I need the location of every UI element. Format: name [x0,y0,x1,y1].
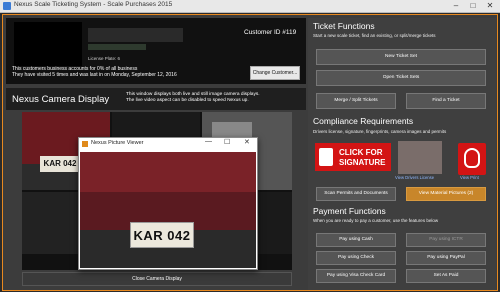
camera-title: Nexus Camera Display [12,94,110,105]
view-material-pictures-button[interactable]: View Material Pictures (2) [406,187,486,201]
pay-ictr-button[interactable]: Pay using ICTR [406,233,486,247]
view-drivers-license-link[interactable]: View Drivers License [395,175,434,180]
license-plate-label: License Plate: 6 [88,56,121,61]
fingerprint-icon [464,148,480,168]
truck-body [80,152,256,192]
viewer-maximize-button[interactable]: ☐ [224,138,230,146]
customer-id: Customer ID #119 [244,29,297,36]
minimize-button[interactable]: – [448,0,464,12]
window-title: Nexus Scale Ticketing System - Scale Pur… [14,1,173,8]
customer-photo [14,22,82,66]
close-button[interactable]: ✕ [482,0,498,12]
compliance-subtitle: Drivers license, signature, fingerprints… [313,129,447,134]
find-ticket-button[interactable]: Find a Ticket [406,93,486,109]
viewer-close-button[interactable]: ✕ [244,138,250,146]
new-ticket-set-button[interactable]: New Ticket Set [316,49,486,65]
viewer-app-icon [82,141,88,147]
close-camera-button[interactable]: Close Camera Display [22,272,292,286]
signature-label-1: CLICK FOR [339,148,383,157]
customer-detail-redacted [88,44,146,50]
payment-functions-subtitle: When you are ready to pay a customer, us… [313,218,439,223]
drivers-license-thumbnail[interactable] [398,141,442,174]
pay-check-button[interactable]: Pay using Check [316,251,396,265]
change-customer-button[interactable]: Change Customer... [250,66,300,80]
ticket-functions-title: Ticket Functions [313,21,375,31]
camera-description-2: The live video aspect can be disabled to… [126,98,249,103]
visit-history-note: They have visited 5 times and was last i… [12,72,177,78]
camera-description-1: This window displays both live and still… [126,92,260,97]
payment-functions-title: Payment Functions [313,206,386,216]
merge-split-tickets-button[interactable]: Merge / Split Tickets [316,93,396,109]
viewer-image: KAR 042 [80,152,256,268]
compliance-title: Compliance Requirements [313,116,414,126]
signature-label-2: SIGNATURE [339,158,386,167]
title-bar: Nexus Scale Ticketing System - Scale Pur… [0,0,500,13]
license-plate-large: KAR 042 [130,222,194,248]
pay-cash-button[interactable]: Pay using Cash [316,233,396,247]
pay-paypal-button[interactable]: Pay using PayPal [406,251,486,265]
maximize-button[interactable]: □ [465,0,481,12]
ticket-functions-subtitle: Start a new scale ticket, find an existi… [313,33,436,38]
view-print-link[interactable]: View Print [460,175,479,180]
app-icon [3,2,11,10]
license-plate-small: KAR 042 [40,156,80,172]
viewer-title: Nexus Picture Viewer [91,140,144,146]
open-ticket-sets-button[interactable]: Open Ticket Sets [316,70,486,86]
pay-visa-button[interactable]: Pay using Visa Check Card [316,269,396,283]
scan-permits-button[interactable]: Scan Permits and Documents [316,187,396,201]
viewer-minimize-button[interactable]: — [205,138,212,145]
customer-name-redacted [88,28,183,42]
pen-hand-icon [319,148,333,166]
set-as-paid-button[interactable]: Set As Paid [406,269,486,283]
